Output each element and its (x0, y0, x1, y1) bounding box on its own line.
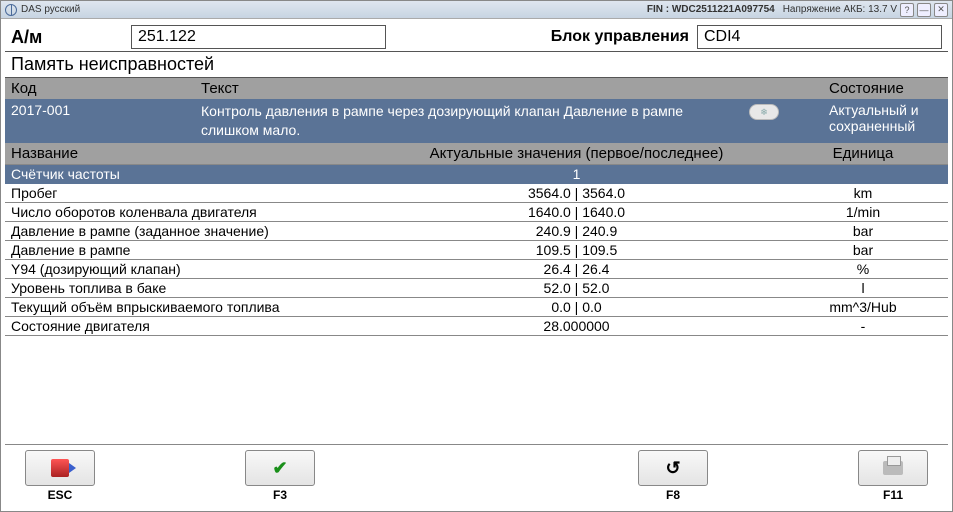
freeze-frame-icon[interactable] (749, 104, 779, 120)
section-title: Память неисправностей (5, 52, 948, 78)
freeze-frame-cell (743, 99, 823, 143)
f11-button-wrap: F11 (858, 450, 928, 502)
am-label: А/м (11, 27, 131, 48)
data-row[interactable]: Пробег3564.0 | 3564.0km (5, 184, 948, 203)
app-window: DAS русский FIN : WDC2511221A097754 Напр… (0, 0, 953, 512)
data-row[interactable]: Уровень топлива в баке52.0 | 52.0l (5, 279, 948, 298)
ecu-label: Блок управления (551, 28, 689, 46)
content-area: А/м 251.122 Блок управления CDI4 Память … (1, 19, 952, 511)
app-logo-icon (5, 4, 17, 16)
data-cell-unit: mm^3/Hub (778, 298, 948, 316)
data-row[interactable]: Число оборотов коленвала двигателя1640.0… (5, 203, 948, 222)
data-table-body: Счётчик частоты1Пробег3564.0 | 3564.0kmЧ… (5, 164, 948, 336)
data-cell-name: Давление в рампе (5, 241, 375, 259)
data-cell-value: 1640.0 | 1640.0 (375, 203, 778, 221)
fault-text: Контроль давления в рампе через дозирующ… (195, 99, 743, 143)
data-cell-unit: l (778, 279, 948, 297)
data-cell-value: 240.9 | 240.9 (375, 222, 778, 240)
titlebar: DAS русский FIN : WDC2511221A097754 Напр… (1, 1, 952, 19)
data-cell-name: Текущий объём впрыскиваемого топлива (5, 298, 375, 316)
data-cell-unit: bar (778, 222, 948, 240)
data-cell-unit (778, 165, 948, 183)
data-row[interactable]: Y94 (дозирующий клапан)26.4 | 26.4% (5, 260, 948, 279)
data-cell-name: Давление в рампе (заданное значение) (5, 222, 375, 240)
empty-space (5, 336, 948, 445)
data-header-unit: Единица (778, 143, 948, 164)
print-icon (883, 461, 903, 475)
esc-button-wrap: ESC (25, 450, 95, 502)
f8-button[interactable]: ↺ (638, 450, 708, 486)
ecu-value-field[interactable]: CDI4 (697, 25, 942, 49)
f8-label: F8 (666, 488, 680, 502)
data-cell-value: 52.0 | 52.0 (375, 279, 778, 297)
data-row[interactable]: Давление в рампе109.5 | 109.5bar (5, 241, 948, 260)
data-cell-value: 26.4 | 26.4 (375, 260, 778, 278)
data-cell-value: 28.000000 (375, 317, 778, 335)
data-header-name: Название (5, 143, 375, 164)
f11-button[interactable] (858, 450, 928, 486)
data-cell-value: 3564.0 | 3564.0 (375, 184, 778, 202)
vehicle-info-row: А/м 251.122 Блок управления CDI4 (5, 23, 948, 52)
data-cell-value: 1 (375, 165, 778, 183)
f8-button-wrap: ↺ F8 (638, 450, 708, 502)
data-row[interactable]: Счётчик частоты1 (5, 165, 948, 184)
data-table-header: Название Актуальные значения (первое/пос… (5, 143, 948, 164)
data-cell-unit: - (778, 317, 948, 335)
f3-button[interactable]: ✔ (245, 450, 315, 486)
data-cell-unit: 1/min (778, 203, 948, 221)
data-row[interactable]: Состояние двигателя28.000000- (5, 317, 948, 336)
data-row[interactable]: Текущий объём впрыскиваемого топлива0.0 … (5, 298, 948, 317)
exit-icon (51, 459, 69, 477)
data-cell-value: 0.0 | 0.0 (375, 298, 778, 316)
data-cell-unit: bar (778, 241, 948, 259)
data-cell-name: Число оборотов коленвала двигателя (5, 203, 375, 221)
fault-table-header: Код Текст Состояние (5, 78, 948, 99)
data-cell-name: Y94 (дозирующий клапан) (5, 260, 375, 278)
fault-state: Актуальный и сохраненный (823, 99, 948, 143)
data-cell-unit: km (778, 184, 948, 202)
app-title: DAS русский (21, 4, 80, 15)
esc-label: ESC (48, 488, 73, 502)
fin-label: FIN : WDC2511221A097754 (647, 4, 775, 15)
fault-header-state: Состояние (823, 78, 948, 99)
f3-button-wrap: ✔ F3 (245, 450, 315, 502)
close-button[interactable] (934, 3, 948, 17)
am-value-field[interactable]: 251.122 (131, 25, 386, 49)
check-icon: ✔ (272, 458, 287, 479)
refresh-icon: ↺ (665, 458, 680, 479)
data-cell-name: Состояние двигателя (5, 317, 375, 335)
data-row[interactable]: Давление в рампе (заданное значение)240.… (5, 222, 948, 241)
help-button[interactable] (900, 3, 914, 17)
footer-bar: ESC ✔ F3 ↺ F8 F11 (5, 445, 948, 507)
data-header-value: Актуальные значения (первое/последнее) (375, 143, 778, 164)
fault-code: 2017-001 (5, 99, 195, 143)
f3-label: F3 (273, 488, 287, 502)
esc-button[interactable] (25, 450, 95, 486)
data-cell-value: 109.5 | 109.5 (375, 241, 778, 259)
fault-header-ff (743, 78, 823, 99)
fault-header-code: Код (5, 78, 195, 99)
data-cell-unit: % (778, 260, 948, 278)
fault-row[interactable]: 2017-001 Контроль давления в рампе через… (5, 99, 948, 143)
fault-header-text: Текст (195, 78, 743, 99)
minimize-button[interactable] (917, 3, 931, 17)
f11-label: F11 (883, 488, 903, 502)
data-cell-name: Уровень топлива в баке (5, 279, 375, 297)
data-cell-name: Пробег (5, 184, 375, 202)
data-cell-name: Счётчик частоты (5, 165, 375, 183)
battery-voltage-label: Напряжение АКБ: 13.7 V (783, 4, 897, 15)
